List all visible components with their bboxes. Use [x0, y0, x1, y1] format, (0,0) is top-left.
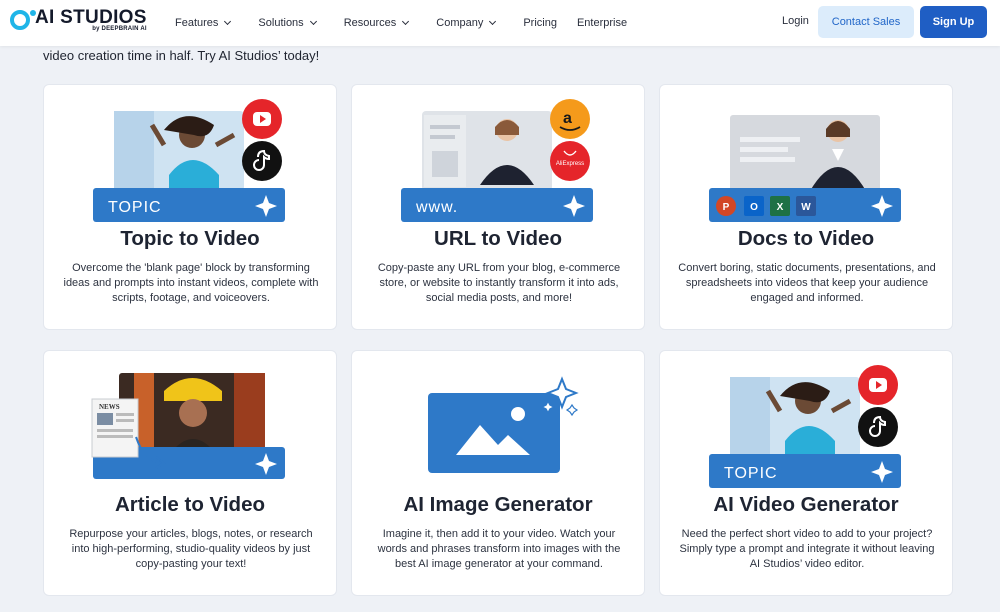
bar-label: TOPIC — [108, 199, 162, 216]
site-header: AI STUDIOS by DEEPBRAIN AI Features Solu… — [0, 0, 1000, 46]
logo-name: AI STUDIOS — [35, 7, 147, 28]
chevron-down-icon — [489, 17, 497, 26]
card-title: Docs to Video — [737, 227, 875, 250]
card-topic-to-video[interactable]: TOPIC Topic to Video Overcome the 'blank… — [43, 84, 337, 330]
chevron-down-icon — [402, 17, 410, 26]
card-title: AI Video Generator — [713, 493, 899, 516]
chevron-down-icon — [224, 17, 232, 26]
card-article-to-video[interactable]: NEWS Article to Video Repurpose your art… — [43, 350, 337, 596]
svg-text:NEWS: NEWS — [99, 403, 120, 411]
card-ai-video-generator[interactable]: TOPIC AI Video Generator Need the perfec… — [659, 350, 953, 596]
nav-enterprise[interactable]: Enterprise — [577, 17, 627, 29]
card-desc: Overcome the 'blank page' block by trans… — [63, 262, 319, 304]
contact-sales-button[interactable]: Contact Sales — [818, 6, 914, 38]
nav-company[interactable]: Company — [436, 17, 497, 29]
login-link[interactable]: Login — [782, 15, 809, 27]
tiktok-icon — [858, 407, 898, 447]
card-title: Topic to Video — [120, 227, 260, 250]
tiktok-icon — [242, 141, 282, 181]
svg-text:X: X — [777, 202, 784, 213]
card-url-to-video[interactable]: www. a AliExpress URL to Video Copy-past… — [351, 84, 645, 330]
chevron-down-icon — [309, 17, 317, 26]
card-desc: Repurpose your articles, blogs, notes, o… — [69, 528, 313, 570]
article-illustration: NEWS — [91, 373, 285, 479]
nav-pricing[interactable]: Pricing — [523, 17, 557, 29]
logo-icon — [10, 10, 36, 30]
docs-illustration: P O X W — [709, 115, 901, 222]
sign-up-button[interactable]: Sign Up — [920, 6, 987, 38]
url-illustration: www. a AliExpress — [401, 99, 593, 222]
nav-features[interactable]: Features — [175, 17, 232, 29]
card-title: Article to Video — [115, 493, 265, 516]
card-title: URL to Video — [434, 227, 562, 250]
nav-solutions[interactable]: Solutions — [258, 17, 317, 29]
card-docs-to-video[interactable]: P O X W Docs to Video Convert boring, st… — [659, 84, 953, 330]
svg-text:P: P — [723, 202, 730, 213]
image-generator-illustration — [428, 376, 579, 473]
card-desc: Convert boring, static documents, presen… — [678, 262, 936, 304]
video-generator-illustration: TOPIC — [709, 365, 901, 488]
svg-text:O: O — [750, 202, 758, 213]
card-ai-image-generator[interactable]: AI Image Generator Imagine it, then add … — [351, 350, 645, 596]
card-title: AI Image Generator — [403, 493, 593, 516]
topic-illustration: TOPIC — [93, 99, 285, 222]
main-nav: Features Solutions Resources Company Pri… — [175, 0, 655, 46]
logo-sub: by DEEPBRAIN AI — [92, 26, 147, 32]
logo[interactable]: AI STUDIOS by DEEPBRAIN AI — [10, 8, 147, 32]
intro-text: video creation time in half. Try AI Stud… — [43, 48, 320, 63]
svg-text:a: a — [563, 110, 572, 127]
svg-text:W: W — [801, 202, 811, 213]
card-desc: Imagine it, then add it to your video. W… — [377, 528, 621, 570]
svg-text:AliExpress: AliExpress — [556, 161, 584, 167]
bar-label: TOPIC — [724, 465, 778, 482]
card-desc: Copy-paste any URL from your blog, e-com… — [377, 262, 621, 304]
bar-label: www. — [415, 199, 458, 216]
card-desc: Need the perfect short video to add to y… — [679, 528, 935, 570]
nav-resources[interactable]: Resources — [344, 17, 410, 29]
